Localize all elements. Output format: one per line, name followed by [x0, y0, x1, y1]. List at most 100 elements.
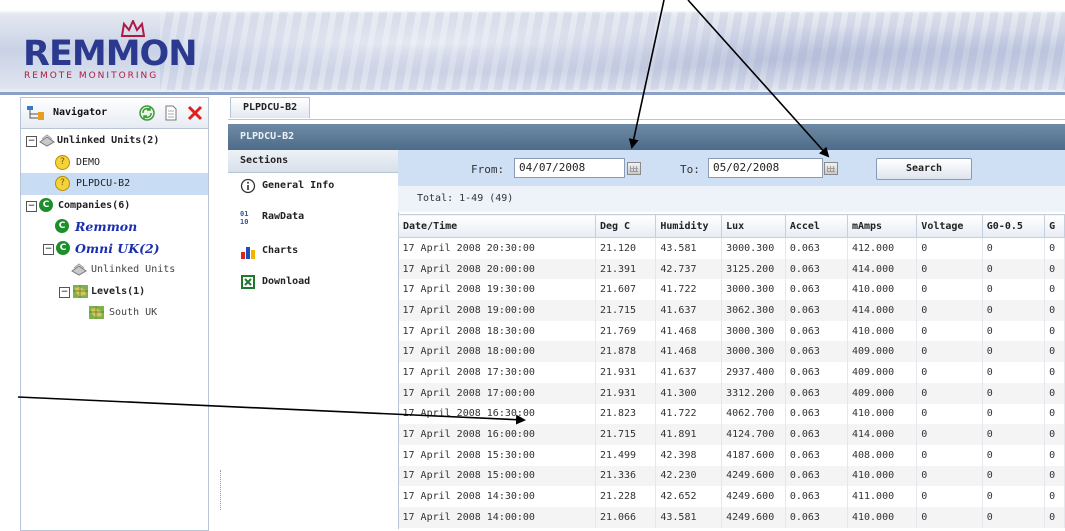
- table-cell: 42.652: [655, 486, 723, 507]
- table-cell: 21.336: [595, 465, 657, 487]
- collapse-toggle-icon[interactable]: −: [43, 243, 54, 255]
- column-header[interactable]: G: [1044, 214, 1065, 238]
- header-banner-graphic: [160, 12, 1065, 90]
- table-cell: 41.468: [655, 341, 723, 363]
- table-cell: 17 April 2008 16:00:00: [398, 424, 596, 445]
- tree-item-levels[interactable]: − Levels(1): [21, 281, 208, 303]
- table-cell: 0: [916, 486, 983, 507]
- tree-item-companies[interactable]: − C Companies(6): [21, 195, 208, 217]
- table-row[interactable]: 17 April 2008 14:30:00 21.228 42.652 4249.6…: [398, 486, 1065, 507]
- refresh-icon[interactable]: [138, 104, 156, 122]
- section-label: Download: [262, 276, 311, 287]
- tree-item-label: Unlinked Units: [91, 264, 176, 275]
- table-cell: 0.063: [785, 341, 848, 363]
- table-cell: 42.398: [655, 444, 723, 466]
- company-icon: C: [56, 240, 70, 255]
- table-cell: 0: [982, 465, 1046, 487]
- table-cell: 4249.600: [721, 506, 786, 528]
- table-cell: 0.063: [785, 320, 848, 342]
- table-cell: 17 April 2008 18:00:00: [398, 341, 596, 363]
- tree-item-demo[interactable]: ? DEMO: [21, 152, 208, 174]
- table-cell: 17 April 2008 18:30:00: [398, 320, 596, 342]
- table-cell: 414.000: [847, 258, 918, 280]
- table-cell: 409.000: [847, 362, 918, 383]
- table-cell: 410.000: [847, 320, 918, 342]
- table-cell: 0: [982, 444, 1046, 466]
- collapse-toggle-icon[interactable]: −: [26, 200, 37, 212]
- tree-item-omni-unlinked-units[interactable]: Unlinked Units: [21, 259, 208, 281]
- table-cell: 21.715: [595, 424, 657, 445]
- table-cell: 17 April 2008 14:00:00: [398, 506, 596, 528]
- table-row[interactable]: 17 April 2008 18:30:00 21.769 41.468 3000.3…: [398, 320, 1065, 342]
- tree-item-label: Omni UK(2): [75, 240, 160, 256]
- table-row[interactable]: 17 April 2008 19:30:00 21.607 41.722 3000.3…: [398, 279, 1065, 301]
- from-date-field[interactable]: 04/07/2008: [514, 158, 625, 178]
- table-row[interactable]: 17 April 2008 18:00:00 21.878 41.468 3000.3…: [398, 341, 1065, 363]
- table-row[interactable]: 17 April 2008 16:00:00 21.715 41.891 4124.7…: [398, 424, 1065, 445]
- tree-item-remmon[interactable]: C Remmon: [21, 216, 208, 238]
- column-header[interactable]: mAmps: [846, 214, 918, 238]
- table-row[interactable]: 17 April 2008 14:00:00 21.066 43.581 4249.6…: [398, 506, 1065, 528]
- table-row[interactable]: 17 April 2008 15:30:00 21.499 42.398 4187.6…: [398, 444, 1065, 466]
- table-cell: 0.063: [785, 237, 848, 259]
- column-header[interactable]: Accel: [784, 214, 848, 238]
- table-cell: 0.063: [785, 486, 848, 507]
- calendar-icon[interactable]: [824, 162, 838, 175]
- column-header[interactable]: Deg C: [594, 214, 657, 238]
- table-cell: 0: [982, 258, 1046, 280]
- from-label: From:: [471, 163, 505, 176]
- splitter-handle[interactable]: [220, 470, 223, 510]
- table-cell: 0: [982, 279, 1046, 301]
- table-cell: 21.931: [595, 362, 657, 383]
- table-row[interactable]: 17 April 2008 16:30:00 21.823 41.722 4062.7…: [398, 403, 1065, 425]
- tree-item-unlinked-units[interactable]: − Unlinked Units(2): [21, 130, 208, 152]
- column-header[interactable]: Humidity: [655, 214, 723, 238]
- table-row[interactable]: 17 April 2008 20:30:00 21.120 43.581 3000.3…: [398, 237, 1065, 259]
- table-cell: 21.823: [595, 403, 657, 425]
- to-date-field[interactable]: 05/02/2008: [708, 158, 823, 178]
- table-row[interactable]: 17 April 2008 17:30:00 21.931 41.637 2937.4…: [398, 362, 1065, 383]
- column-header[interactable]: Lux: [721, 214, 786, 238]
- collapse-toggle-icon[interactable]: −: [26, 136, 37, 147]
- calendar-icon[interactable]: [627, 162, 641, 175]
- table-cell: 408.000: [847, 444, 918, 466]
- column-header[interactable]: Voltage: [916, 214, 983, 238]
- tree-item-omni-uk[interactable]: − C Omni UK(2): [21, 238, 208, 260]
- table-cell: 0: [1044, 403, 1065, 425]
- table-cell: 0: [1044, 465, 1065, 487]
- table-row[interactable]: 17 April 2008 17:00:00 21.931 41.300 3312.2…: [398, 382, 1065, 404]
- table-row[interactable]: 17 April 2008 19:00:00 21.715 41.637 3062.3…: [398, 300, 1065, 321]
- table-cell: 0: [916, 382, 983, 404]
- date-filter-bar: From: 04/07/2008 To: 05/02/2008 Search: [398, 150, 1065, 186]
- table-cell: 21.931: [595, 382, 657, 404]
- table-cell: 0: [982, 403, 1046, 425]
- remmon-logo: REMMON REMOTE MONITORING: [18, 20, 198, 90]
- raw-data-table: Date/Time Deg C Humidity Lux Accel mAmps…: [398, 214, 1065, 528]
- table-row[interactable]: 17 April 2008 20:00:00 21.391 42.737 3125.2…: [398, 258, 1065, 280]
- table-cell: 0: [1044, 279, 1065, 301]
- table-cell: 4062.700: [721, 403, 786, 425]
- table-cell: 0: [1044, 320, 1065, 342]
- table-cell: 42.737: [655, 258, 723, 280]
- table-row[interactable]: 17 April 2008 15:00:00 21.336 42.230 4249.6…: [398, 465, 1065, 487]
- table-header-row: Date/Time Deg C Humidity Lux Accel mAmps…: [398, 214, 1065, 238]
- table-cell: 0: [1044, 237, 1065, 259]
- table-cell: 0: [916, 506, 983, 528]
- tab-plpdcu-b2[interactable]: PLPDCU-B2: [230, 97, 311, 118]
- tree-item-south-uk[interactable]: South UK: [21, 302, 208, 324]
- panel-title: PLPDCU-B2: [228, 124, 1065, 150]
- tree-item-plpdcu-b2[interactable]: ? PLPDCU-B2: [21, 173, 208, 195]
- table-cell: 411.000: [847, 486, 918, 507]
- column-header[interactable]: Date/Time: [398, 214, 596, 238]
- column-header[interactable]: G0-0.5: [981, 214, 1046, 238]
- collapse-toggle-icon[interactable]: −: [59, 286, 70, 298]
- table-cell: 17 April 2008 19:00:00: [398, 300, 596, 321]
- delete-icon[interactable]: [186, 104, 204, 122]
- new-document-icon[interactable]: [162, 104, 180, 122]
- search-button[interactable]: Search: [876, 158, 972, 180]
- navigator-header: Navigator: [21, 98, 208, 129]
- table-cell: 41.722: [655, 279, 723, 301]
- table-cell: 21.499: [595, 444, 657, 466]
- table-cell: 0: [916, 320, 983, 342]
- table-cell: 0: [982, 362, 1046, 383]
